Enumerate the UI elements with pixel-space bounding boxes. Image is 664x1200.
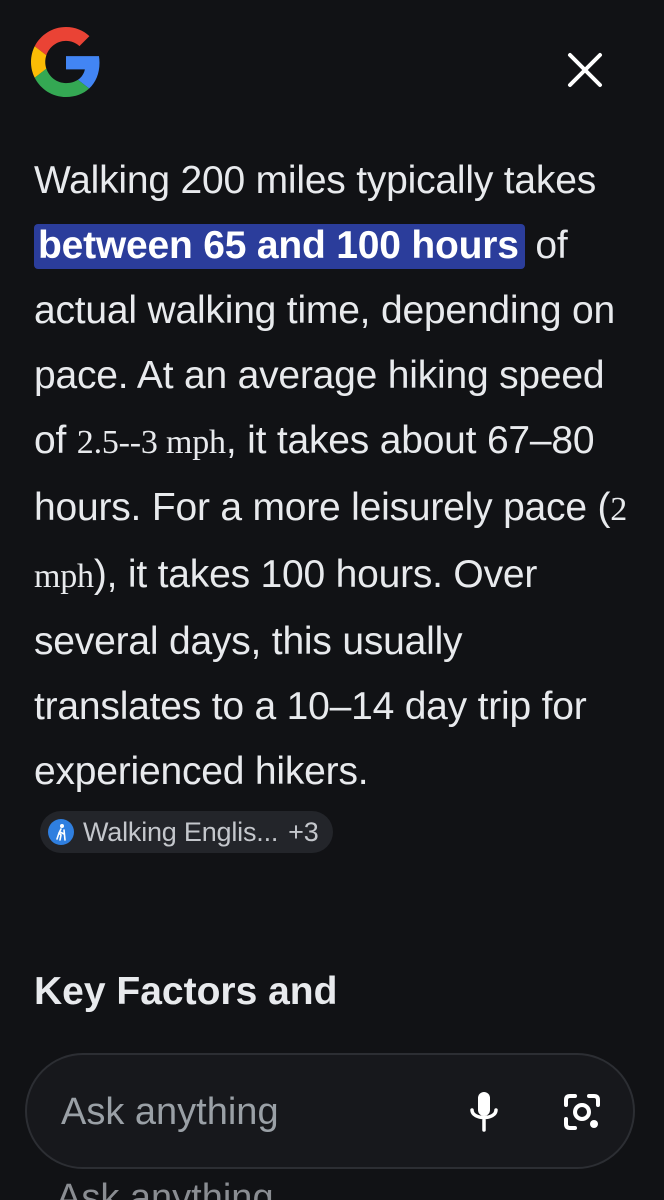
close-button[interactable] xyxy=(558,43,612,97)
close-icon xyxy=(568,53,602,87)
google-g-icon xyxy=(31,27,101,97)
lens-button[interactable] xyxy=(555,1085,609,1139)
top-bar xyxy=(0,0,664,130)
mic-button[interactable] xyxy=(459,1085,509,1139)
source-chip-extra-count: +3 xyxy=(288,817,319,847)
answer-highlight: between 65 and 100 hours xyxy=(34,224,525,269)
source-chip[interactable]: Walking Englis... +3 xyxy=(40,811,333,853)
ask-input[interactable] xyxy=(61,1083,441,1141)
source-chip-label: Walking Englis... xyxy=(83,817,279,847)
ask-bar xyxy=(25,1053,635,1169)
ai-answer-text: Walking 200 miles typically takes betwee… xyxy=(34,148,634,869)
hiker-icon xyxy=(48,819,74,845)
camera-lens-icon xyxy=(564,1094,600,1130)
ghost-ask-text: Ask anything xyxy=(56,1177,274,1200)
microphone-icon xyxy=(470,1092,498,1132)
content-fade xyxy=(0,1015,664,1055)
answer-text-part-1: Walking 200 miles typically takes xyxy=(34,159,597,202)
answer-text-part-4: ), it takes 100 hours. Over several days… xyxy=(34,553,587,793)
section-heading: Key Factors and xyxy=(34,970,338,1013)
pace-range-math: 2.5--3 mph xyxy=(76,424,226,461)
